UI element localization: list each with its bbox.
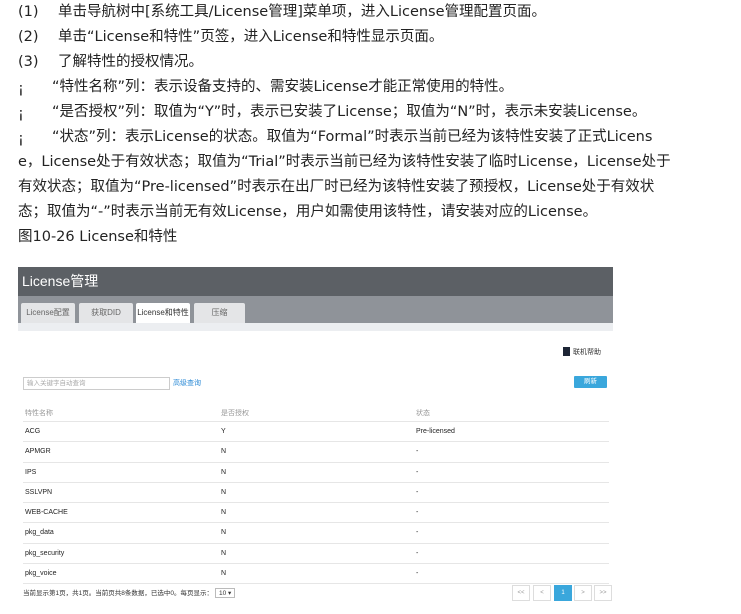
feature-name-cell: pkg_data — [25, 529, 54, 537]
first-page-button[interactable]: << — [512, 585, 530, 601]
tab-license-config[interactable]: License配置 — [21, 303, 75, 323]
help-label: 联机帮助 — [573, 349, 601, 356]
authorized-cell: N — [221, 570, 227, 578]
authorized-cell: N — [221, 468, 227, 476]
page-1-button[interactable]: 1 — [554, 585, 572, 601]
table-row[interactable]: APMGR N - — [23, 442, 609, 463]
last-page-button[interactable]: >> — [594, 585, 612, 601]
authorized-cell: N — [221, 509, 227, 517]
table-header: 特性名称 是否授权 状态 — [23, 402, 609, 422]
feature-name-cell: pkg_security — [25, 549, 65, 557]
step-number: (2) — [18, 29, 39, 45]
pagination-info: 当前显示第1页，共1页。当前页共8条数据，已选中0。每页显示： 10 ▾ — [23, 587, 236, 598]
step-number: (1) — [18, 4, 39, 20]
step-2: (2) 单击“License和特性”页签，进入License和特性显示页面。 — [18, 25, 733, 50]
step-text: 了解特性的授权情况。 — [58, 54, 203, 70]
tab-compress[interactable]: 压缩 — [194, 303, 245, 323]
table-row[interactable]: ACG Y Pre-licensed — [23, 422, 609, 443]
authorized-cell: N — [221, 488, 227, 496]
table-row[interactable]: WEB-CACHE N - — [23, 503, 609, 524]
search-input[interactable]: 输入关键字自动查询 — [23, 377, 170, 390]
status-cell: - — [416, 488, 419, 496]
bullet-authorized: ¡ “是否授权”列：取值为“Y”时，表示已安装了License；取值为“N”时，… — [18, 100, 733, 125]
authorized-cell: N — [221, 529, 227, 537]
status-cell: - — [416, 529, 419, 537]
feature-name-cell: ACG — [25, 428, 41, 435]
bullet-status: ¡ “状态”列：表示License的状态。取值为“Formal”时表示当前已经为… — [18, 125, 733, 150]
column-header[interactable]: 是否授权 — [221, 408, 249, 418]
advanced-query-link[interactable]: 高级查询 — [173, 378, 201, 388]
column-header[interactable]: 状态 — [416, 408, 430, 418]
refresh-button[interactable]: 刷新 — [574, 376, 607, 388]
status-text: 态；取值为“-”时表示当前无有效License，用户如需使用该特性，请安装对应的… — [18, 204, 598, 220]
bullet-feature-name: ¡ “特性名称”列：表示设备支持的、需安装License才能正常使用的特性。 — [18, 75, 733, 100]
pagination-text: 当前显示第1页，共1页。当前页共8条数据，已选中0。每页显示： — [23, 590, 213, 597]
header-title: License管理 — [22, 273, 99, 289]
status-cell: Pre-licensed — [416, 428, 455, 435]
feature-name-cell: WEB-CACHE — [25, 509, 68, 517]
status-cell: - — [416, 570, 419, 578]
tab-bar: License配置 获取DID License和特性 压缩 — [18, 296, 613, 323]
status-cell: - — [416, 549, 419, 557]
step-3: (3) 了解特性的授权情况。 — [18, 50, 733, 75]
divider-strip — [18, 323, 613, 331]
table-row[interactable]: SSLVPN N - — [23, 483, 609, 504]
online-help-link[interactable]: 联机帮助 — [563, 347, 601, 357]
prev-page-button[interactable]: < — [533, 585, 551, 601]
bullet-text: “状态”列：表示License的状态。取值为“Formal”时表示当前已经为该特… — [52, 129, 653, 145]
feature-name-cell: SSLVPN — [25, 488, 53, 496]
table-row[interactable]: pkg_voice N - — [23, 564, 609, 585]
bullet-mark: ¡ — [18, 106, 24, 122]
bullet-text: “是否授权”列：取值为“Y”时，表示已安装了License；取值为“N”时，表示… — [52, 104, 647, 120]
page-size-select[interactable]: 10 ▾ — [214, 588, 236, 598]
status-line: 态；取值为“-”时表示当前无有效License，用户如需使用该特性，请安装对应的… — [18, 200, 733, 225]
license-header: License管理 — [18, 267, 613, 296]
tab-license-features[interactable]: License和特性 — [136, 303, 190, 323]
status-line: 有效状态；取值为“Pre-licensed”时表示在出厂时已经为该特性安装了预授… — [18, 175, 733, 200]
feature-table: 特性名称 是否授权 状态 ACG Y Pre-licensed APMGR N … — [23, 402, 609, 585]
license-screenshot: License管理 License配置 获取DID License和特性 压缩 … — [18, 267, 613, 607]
figure-caption: 图10-26 License和特性 — [18, 229, 178, 245]
document-body: (1) 单击导航树中[系统工具/License管理]菜单项，进入License管… — [18, 0, 733, 250]
table-row[interactable]: IPS N - — [23, 463, 609, 483]
table-row[interactable]: pkg_data N - — [23, 523, 609, 544]
bullet-text: “特性名称”列：表示设备支持的、需安装License才能正常使用的特性。 — [52, 79, 514, 95]
bullet-mark: ¡ — [18, 131, 24, 147]
step-text: 单击“License和特性”页签，进入License和特性显示页面。 — [58, 29, 444, 45]
status-text: e，License处于有效状态；取值为“Trial”时表示当前已经为该特性安装了… — [18, 154, 671, 170]
step-number: (3) — [18, 54, 39, 70]
feature-name-cell: APMGR — [25, 448, 51, 456]
feature-name-cell: pkg_voice — [25, 570, 57, 578]
status-cell: - — [416, 468, 419, 476]
status-cell: - — [416, 509, 419, 517]
table-row[interactable]: pkg_security N - — [23, 544, 609, 565]
status-line: e，License处于有效状态；取值为“Trial”时表示当前已经为该特性安装了… — [18, 150, 733, 175]
bullet-mark: ¡ — [18, 81, 24, 97]
column-header[interactable]: 特性名称 — [25, 408, 53, 418]
step-text: 单击导航树中[系统工具/License管理]菜单项，进入License管理配置页… — [58, 4, 547, 20]
tab-get-did[interactable]: 获取DID — [79, 303, 133, 323]
authorized-cell: N — [221, 549, 227, 557]
status-cell: - — [416, 448, 419, 456]
authorized-cell: N — [221, 448, 227, 456]
help-book-icon — [563, 347, 570, 356]
status-text: 有效状态；取值为“Pre-licensed”时表示在出厂时已经为该特性安装了预授… — [18, 179, 655, 195]
step-1: (1) 单击导航树中[系统工具/License管理]菜单项，进入License管… — [18, 0, 733, 25]
next-page-button[interactable]: > — [574, 585, 592, 601]
authorized-cell: Y — [221, 428, 226, 435]
feature-name-cell: IPS — [25, 468, 37, 476]
